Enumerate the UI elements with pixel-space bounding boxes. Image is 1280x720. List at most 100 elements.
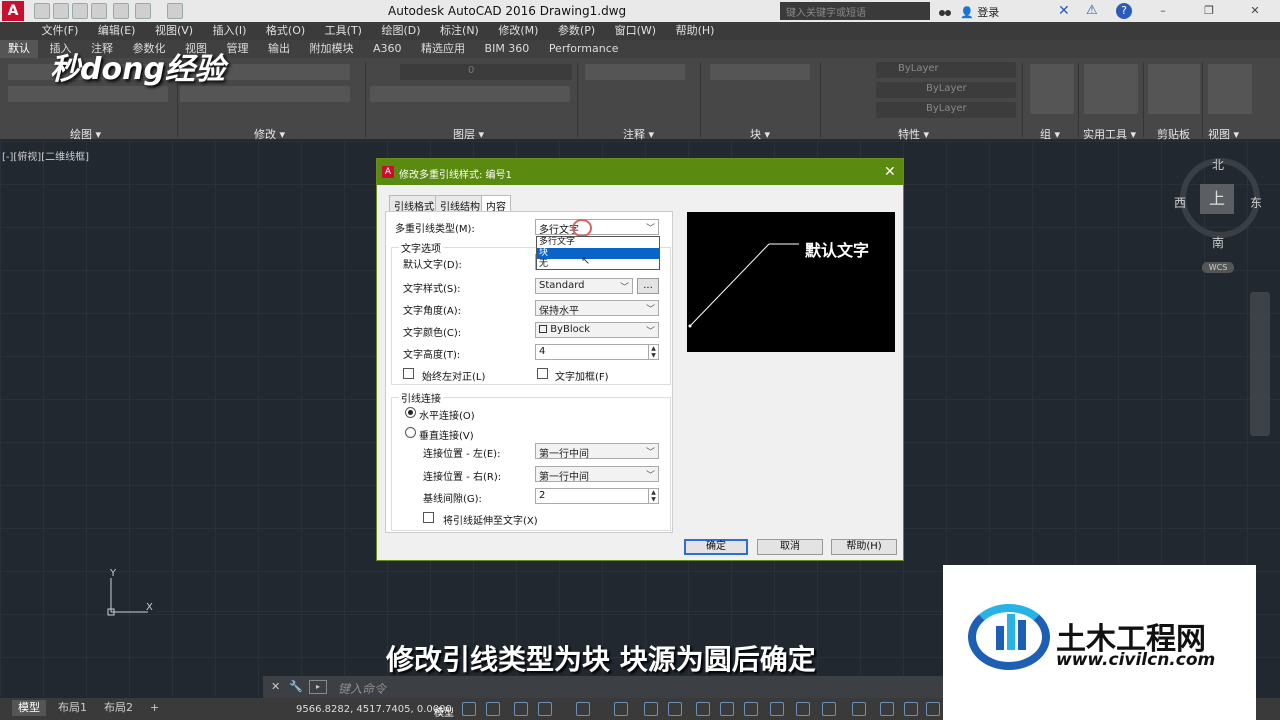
- search-input[interactable]: 键入关键字或短语: [780, 2, 930, 20]
- panel-group[interactable]: 组 ▾: [1040, 126, 1060, 142]
- viewport-controls[interactable]: [-][俯视][二维线框]: [2, 148, 89, 163]
- add-layout-button[interactable]: +: [144, 700, 165, 716]
- group-tools[interactable]: [1030, 64, 1074, 114]
- menu-parametric[interactable]: 参数(P): [550, 22, 603, 40]
- layout-tab-1[interactable]: 布局1: [52, 700, 93, 716]
- panel-block[interactable]: 块 ▾: [750, 126, 770, 142]
- vertical-attachment-radio[interactable]: [405, 427, 416, 438]
- text-height-stepper[interactable]: 4 ▲ ▼: [535, 344, 659, 360]
- menu-dimension[interactable]: 标注(N): [432, 22, 487, 40]
- tab-performance[interactable]: Performance: [541, 40, 627, 58]
- extend-leader-checkbox[interactable]: [423, 512, 434, 523]
- undo-icon[interactable]: [135, 3, 151, 19]
- cancel-button[interactable]: 取消: [757, 539, 823, 555]
- maximize-icon[interactable]: ❐: [1186, 0, 1232, 22]
- a360-icon[interactable]: ⚠: [1086, 3, 1102, 19]
- panel-properties[interactable]: 特性 ▾: [898, 126, 929, 142]
- linetype-dropdown[interactable]: ByLayer: [876, 82, 1016, 98]
- command-input[interactable]: 键入命令: [338, 680, 386, 697]
- draw-tools-row-2[interactable]: [8, 86, 168, 102]
- text-frame-checkbox[interactable]: [537, 368, 548, 379]
- lineweight-icon[interactable]: [668, 702, 682, 716]
- utilities-tools[interactable]: [1084, 64, 1138, 114]
- tab-leader-structure[interactable]: 引线结构: [435, 195, 485, 213]
- menu-edit[interactable]: 编辑(E): [90, 22, 144, 40]
- compass-north[interactable]: 北: [1212, 156, 1224, 173]
- paste-button[interactable]: [1148, 64, 1200, 114]
- quick-properties-icon[interactable]: [796, 702, 810, 716]
- spin-arrows-icon[interactable]: ▲ ▼: [648, 345, 658, 359]
- tracking-icon[interactable]: [644, 702, 658, 716]
- menu-view[interactable]: 视图(V): [147, 22, 201, 40]
- text-color-select[interactable]: ByBlock ﹀: [535, 322, 659, 338]
- login-button[interactable]: 👤 登录: [960, 4, 999, 20]
- ok-button[interactable]: 确定: [684, 539, 748, 555]
- always-left-justify-checkbox[interactable]: [403, 368, 414, 379]
- block-tools[interactable]: [710, 64, 810, 80]
- isodraft-icon[interactable]: [576, 702, 590, 716]
- base-view-button[interactable]: [1208, 64, 1252, 114]
- option-mtext[interactable]: 多行文字: [537, 237, 659, 248]
- menu-modify[interactable]: 修改(M): [490, 22, 546, 40]
- save-as-icon[interactable]: [91, 3, 107, 19]
- menu-window[interactable]: 窗口(W): [607, 22, 664, 40]
- new-file-icon[interactable]: [34, 3, 50, 19]
- menu-insert[interactable]: 插入(I): [205, 22, 255, 40]
- close-icon[interactable]: ✕: [1232, 0, 1278, 22]
- compass-south[interactable]: 南: [1212, 234, 1224, 251]
- navigation-bar[interactable]: [1250, 292, 1270, 436]
- panel-annotation[interactable]: 注释 ▾: [623, 126, 654, 142]
- selection-cycling-icon[interactable]: [720, 702, 734, 716]
- layer-tools-row[interactable]: [370, 86, 570, 102]
- attach-left-select[interactable]: 第一行中间 ﹀: [535, 443, 659, 460]
- transparency-icon[interactable]: [696, 702, 710, 716]
- multileader-type-select[interactable]: 多行文字 ﹀: [535, 219, 659, 236]
- autocad-logo-icon[interactable]: A: [2, 1, 24, 21]
- compass-west[interactable]: 西: [1174, 194, 1186, 211]
- binoculars-icon[interactable]: [938, 4, 952, 18]
- annotation-monitor-icon[interactable]: [744, 702, 758, 716]
- snap-icon[interactable]: [486, 702, 500, 716]
- print-icon[interactable]: [113, 3, 129, 19]
- units-icon[interactable]: [770, 702, 784, 716]
- panel-view[interactable]: 视图 ▾: [1208, 126, 1239, 142]
- close-icon[interactable]: ✕: [271, 680, 280, 693]
- tab-bim360[interactable]: BIM 360: [477, 40, 538, 58]
- command-prompt-icon[interactable]: ▸: [309, 680, 327, 694]
- tab-output[interactable]: 输出: [260, 40, 298, 58]
- tab-content[interactable]: 内容: [481, 195, 511, 213]
- wcs-menu[interactable]: WCS: [1202, 262, 1234, 273]
- option-none[interactable]: 无: [537, 259, 659, 270]
- save-icon[interactable]: [72, 3, 88, 19]
- horizontal-attachment-radio[interactable]: [405, 407, 416, 418]
- menu-draw[interactable]: 绘图(D): [373, 22, 428, 40]
- panel-draw[interactable]: 绘图 ▾: [70, 126, 101, 142]
- minimize-icon[interactable]: –: [1140, 0, 1186, 22]
- compass-east[interactable]: 东: [1250, 194, 1262, 211]
- open-file-icon[interactable]: [53, 3, 69, 19]
- layout-tab-model[interactable]: 模型: [12, 700, 46, 716]
- help-button[interactable]: 帮助(H): [831, 539, 897, 555]
- panel-utilities[interactable]: 实用工具 ▾: [1083, 126, 1136, 142]
- dialog-close-icon[interactable]: ✕: [884, 164, 896, 180]
- model-space-button[interactable]: 模型: [434, 704, 454, 719]
- tab-addins[interactable]: 附加模块: [302, 40, 362, 58]
- viewcube-top-face[interactable]: 上: [1200, 184, 1234, 214]
- modify-tools-row-2[interactable]: [180, 86, 350, 102]
- exchange-icon[interactable]: ✕: [1058, 3, 1074, 19]
- panel-layer[interactable]: 图层 ▾: [453, 126, 484, 142]
- lineweight-dropdown[interactable]: ByLayer: [876, 102, 1016, 118]
- text-style-select[interactable]: Standard ﹀: [535, 278, 633, 294]
- landing-gap-stepper[interactable]: 2 ▲ ▼: [535, 488, 659, 504]
- color-dropdown[interactable]: ByLayer: [876, 62, 1016, 78]
- spin-arrows-icon[interactable]: ▲ ▼: [648, 489, 658, 503]
- customize-icon[interactable]: [926, 702, 940, 716]
- option-block[interactable]: 块: [537, 248, 659, 259]
- text-angle-select[interactable]: 保持水平 ﹀: [535, 300, 659, 317]
- workspace-gear-icon[interactable]: [904, 702, 918, 716]
- tab-featured-apps[interactable]: 精选应用: [413, 40, 473, 58]
- menu-tools[interactable]: 工具(T): [317, 22, 370, 40]
- tab-default[interactable]: 默认: [0, 40, 38, 58]
- menu-format[interactable]: 格式(O): [258, 22, 313, 40]
- menu-help[interactable]: 帮助(H): [668, 22, 723, 40]
